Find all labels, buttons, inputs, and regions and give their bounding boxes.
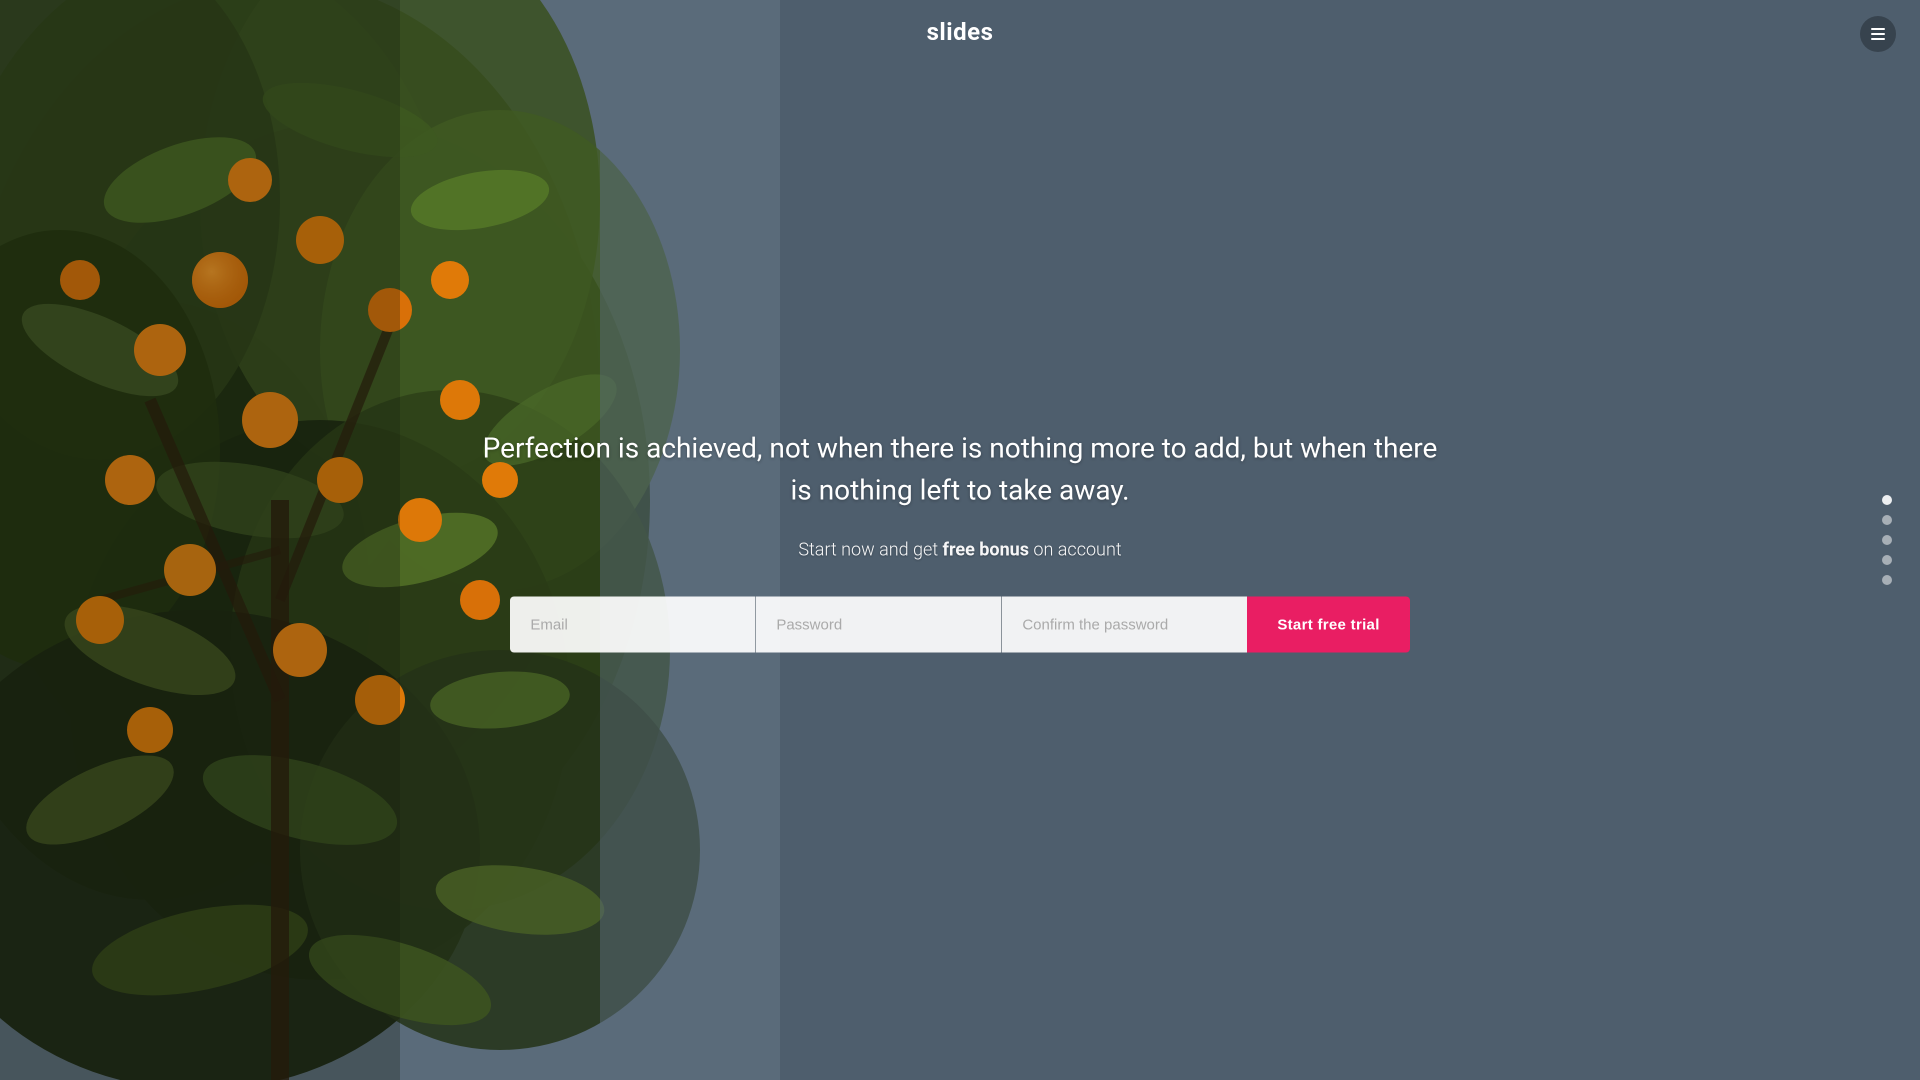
subtitle-suffix: on account bbox=[1029, 540, 1122, 561]
password-input[interactable] bbox=[756, 597, 1001, 653]
slide-indicator-2[interactable] bbox=[1882, 515, 1892, 525]
signup-form: Start free trial bbox=[480, 597, 1440, 653]
quote-text: Perfection is achieved, not when there i… bbox=[480, 428, 1440, 512]
menu-bar-2 bbox=[1871, 33, 1885, 35]
subtitle-prefix: Start now and get bbox=[798, 540, 942, 561]
main-content: Perfection is achieved, not when there i… bbox=[480, 428, 1440, 653]
slide-indicators bbox=[1882, 495, 1892, 585]
logo: slides bbox=[927, 18, 994, 46]
email-input[interactable] bbox=[510, 597, 755, 653]
subtitle-bold: free bonus bbox=[943, 540, 1029, 561]
confirm-password-input[interactable] bbox=[1002, 597, 1247, 653]
slide-indicator-4[interactable] bbox=[1882, 555, 1892, 565]
menu-bar-3 bbox=[1871, 38, 1885, 40]
slide-indicator-5[interactable] bbox=[1882, 575, 1892, 585]
slide-indicator-3[interactable] bbox=[1882, 535, 1892, 545]
menu-button[interactable] bbox=[1860, 16, 1896, 52]
slide-indicator-1[interactable] bbox=[1882, 495, 1892, 505]
subtitle: Start now and get free bonus on account bbox=[480, 540, 1440, 561]
start-trial-button[interactable]: Start free trial bbox=[1247, 597, 1409, 653]
header: slides bbox=[0, 0, 1920, 64]
menu-bar-1 bbox=[1871, 28, 1885, 30]
